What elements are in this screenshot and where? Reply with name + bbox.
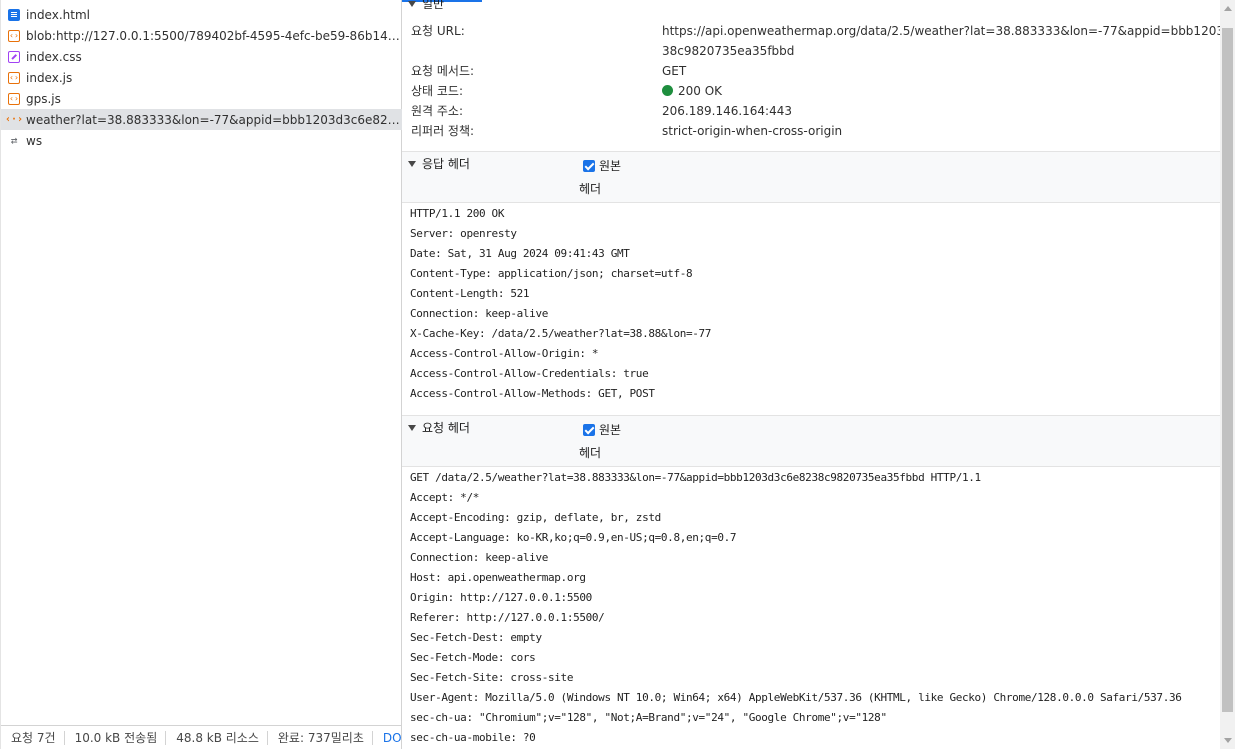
request-name: weather?lat=38.883333&lon=-77&appid=bbb1…: [26, 112, 402, 127]
header-line[interactable]: Accept-Encoding: gzip, deflate, br, zstd: [410, 508, 661, 528]
header-line[interactable]: Content-Type: application/json; charset=…: [410, 264, 693, 284]
raw-label: 원본: [599, 423, 622, 437]
header-line[interactable]: Connection: keep-alive: [410, 304, 548, 324]
request-row-index-css[interactable]: index.css: [1, 46, 402, 67]
checkbox-checked-icon: [583, 159, 595, 172]
websocket-icon: ⇄: [10, 134, 18, 147]
general-value[interactable]: 38c9820735ea35fbbd: [662, 41, 794, 61]
script-icon: ‹›: [8, 92, 20, 105]
document-icon: [8, 8, 20, 21]
header-line[interactable]: Connection: keep-alive: [410, 548, 548, 568]
header-line[interactable]: GET /data/2.5/weather?lat=38.883333&lon=…: [410, 468, 981, 488]
general-key: 리퍼러 정책:: [411, 124, 475, 138]
status-text: 200 OK: [678, 84, 723, 98]
general-row-remote: 원격 주소: 206.189.146.164:443: [402, 101, 1220, 121]
resource-size: 48.8 kB 리소스: [166, 730, 268, 745]
header-line[interactable]: Host: api.openweathermap.org: [410, 568, 586, 588]
request-row-blob[interactable]: ‹› blob:http://127.0.0.1:5500/789402bf-4…: [1, 25, 402, 46]
request-raw-checkbox[interactable]: 원본: [583, 421, 621, 438]
transferred-size: 10.0 kB 전송됨: [65, 730, 167, 745]
finish-time: 완료: 737밀리초: [268, 730, 373, 745]
request-headers-section-header[interactable]: 요청 헤더: [402, 419, 1220, 437]
general-value[interactable]: 200 OK: [662, 81, 722, 101]
general-row-referrer: 리퍼러 정책: strict-origin-when-cross-origin: [402, 121, 1220, 141]
general-row-method: 요청 메서드: GET: [402, 61, 1220, 81]
general-value[interactable]: strict-origin-when-cross-origin: [662, 121, 842, 141]
request-count: 요청 7건: [1, 730, 65, 745]
request-name: index.js: [26, 70, 73, 85]
general-value[interactable]: GET: [662, 61, 686, 81]
header-line[interactable]: Sec-Fetch-Dest: empty: [410, 628, 542, 648]
general-key: 요청 URL:: [411, 24, 465, 38]
status-ok-icon: [662, 85, 673, 96]
header-line[interactable]: sec-ch-ua-mobile: ?0: [410, 728, 536, 748]
header-line[interactable]: User-Agent: Mozilla/5.0 (Windows NT 10.0…: [410, 688, 1182, 708]
general-key: 상태 코드:: [411, 84, 464, 98]
scrollbar-thumb[interactable]: [1222, 28, 1233, 712]
vertical-scrollbar[interactable]: [1220, 0, 1235, 749]
header-line[interactable]: Access-Control-Allow-Methods: GET, POST: [410, 384, 655, 404]
general-key: 원격 주소:: [411, 104, 464, 118]
general-section-header[interactable]: 일반: [402, 0, 1220, 13]
raw-label: 원본: [599, 159, 622, 173]
request-row-ws[interactable]: ⇄ ws: [1, 130, 402, 151]
header-line[interactable]: X-Cache-Key: /data/2.5/weather?lat=38.88…: [410, 324, 711, 344]
script-icon: ‹›: [8, 71, 20, 84]
stylesheet-icon: [8, 50, 20, 63]
request-row-gps-js[interactable]: ‹› gps.js: [1, 88, 402, 109]
general-row-url-cont: 38c9820735ea35fbbd: [402, 41, 1220, 61]
request-row-weather[interactable]: ‹·› weather?lat=38.883333&lon=-77&appid=…: [1, 109, 402, 130]
request-headers-title: 요청 헤더: [422, 421, 470, 435]
response-headers-title: 응답 헤더: [422, 157, 470, 171]
scroll-down-arrow-icon[interactable]: [1224, 738, 1232, 743]
header-line[interactable]: Origin: http://127.0.0.1:5500: [410, 588, 592, 608]
header-line[interactable]: Date: Sat, 31 Aug 2024 09:41:43 GMT: [410, 244, 630, 264]
request-row-index-html[interactable]: index.html: [1, 4, 402, 25]
header-line[interactable]: Referer: http://127.0.0.1:5500/: [410, 608, 605, 628]
general-key: 요청 메서드:: [411, 64, 475, 78]
response-raw-checkbox[interactable]: 원본: [583, 157, 621, 174]
general-value[interactable]: https://api.openweathermap.org/data/2.5/…: [662, 21, 1220, 41]
general-row-status: 상태 코드: 200 OK: [402, 81, 1220, 101]
header-line[interactable]: sec-ch-ua: "Chromium";v="128", "Not;A=Br…: [410, 708, 887, 728]
scroll-up-arrow-icon[interactable]: [1224, 6, 1232, 11]
header-line[interactable]: Access-Control-Allow-Credentials: true: [410, 364, 649, 384]
request-name: index.html: [26, 7, 90, 22]
request-name: index.css: [26, 49, 82, 64]
general-title: 일반: [422, 0, 445, 11]
request-name: gps.js: [26, 91, 61, 106]
response-sub-label: 헤더: [579, 182, 602, 196]
header-line[interactable]: Accept-Language: ko-KR,ko;q=0.9,en-US;q=…: [410, 528, 737, 548]
header-line[interactable]: HTTP/1.1 200 OK: [410, 204, 504, 224]
checkbox-checked-icon: [583, 423, 595, 436]
general-value[interactable]: 206.189.146.164:443: [662, 101, 792, 121]
script-icon: ‹›: [8, 29, 20, 42]
general-row-url: 요청 URL: https://api.openweathermap.org/d…: [402, 21, 1220, 41]
request-sub-label: 헤더: [579, 446, 602, 460]
header-line[interactable]: Accept: */*: [410, 488, 479, 508]
header-line[interactable]: Sec-Fetch-Mode: cors: [410, 648, 536, 668]
headers-detail-panel: 일반 요청 URL: https://api.openweathermap.or…: [402, 0, 1220, 749]
collapse-triangle-icon: [408, 161, 416, 167]
collapse-triangle-icon: [408, 425, 416, 431]
fetch-icon: ‹·›: [4, 113, 24, 125]
dom-content-loaded: DO: [382, 730, 402, 745]
header-line[interactable]: Sec-Fetch-Site: cross-site: [410, 668, 573, 688]
request-name: blob:http://127.0.0.1:5500/789402bf-4595…: [26, 28, 402, 43]
header-line[interactable]: Content-Length: 521: [410, 284, 530, 304]
header-line[interactable]: Server: openresty: [410, 224, 517, 244]
request-row-index-js[interactable]: ‹› index.js: [1, 67, 402, 88]
header-line[interactable]: Access-Control-Allow-Origin: *: [410, 344, 599, 364]
collapse-triangle-icon: [408, 1, 416, 7]
response-headers-section-header[interactable]: 응답 헤더: [402, 155, 1220, 173]
network-status-bar: 요청 7건 10.0 kB 전송됨 48.8 kB 리소스 완료: 737밀리초…: [1, 725, 402, 749]
request-list-panel: index.html ‹› blob:http://127.0.0.1:5500…: [0, 0, 402, 749]
request-name: ws: [26, 133, 43, 148]
